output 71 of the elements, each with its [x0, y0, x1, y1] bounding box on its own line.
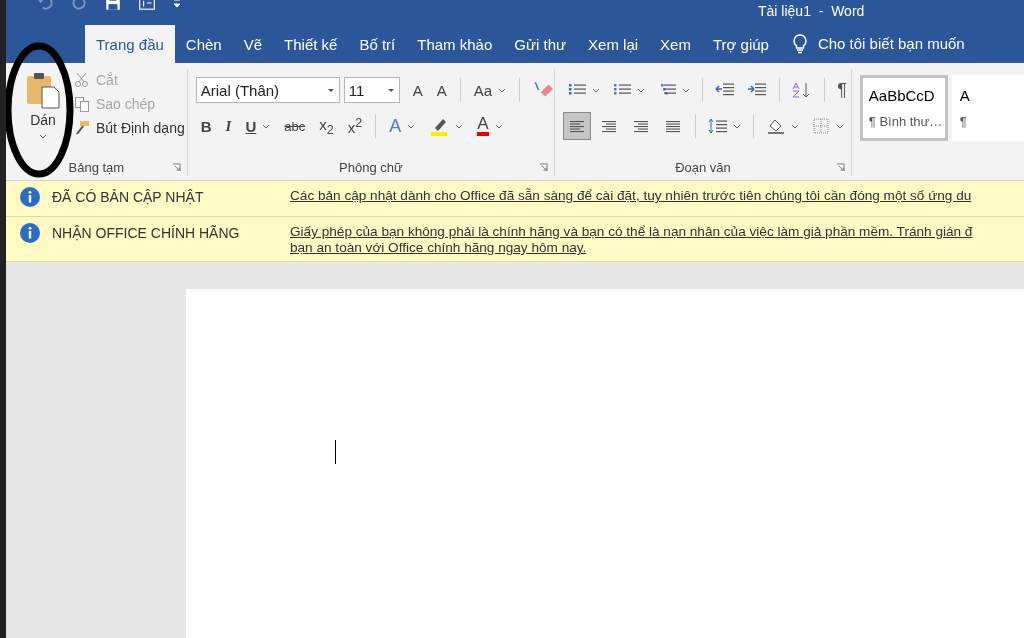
borders-icon: [811, 118, 832, 134]
ribbon-tab[interactable]: Vẽ: [232, 25, 274, 63]
italic-button[interactable]: I: [220, 115, 237, 137]
copy-icon: [74, 96, 90, 112]
message-title: ĐÃ CÓ BẢN CẬP NHẬT: [52, 189, 205, 205]
caret-icon: [498, 87, 507, 93]
highlighter-icon: [429, 116, 450, 136]
indent-icon: [747, 82, 768, 98]
ribbon-tab[interactable]: Gửi thư: [503, 25, 578, 63]
ribbon-tab[interactable]: Bố trí: [348, 25, 407, 63]
info-icon: [20, 187, 40, 207]
strike-button[interactable]: abc: [279, 116, 311, 136]
caret-icon: [39, 134, 47, 139]
message-link[interactable]: Các bản cập nhật dành cho Office đã sẵn sàng để cài đặt, tuy nhiên trước tiên chúng tôi cần đóng một số ứng du: [290, 188, 972, 203]
caret-icon: [836, 123, 845, 129]
font-size-step-button[interactable]: A: [407, 79, 428, 101]
caret-icon: [592, 87, 601, 93]
outdent-icon: [715, 82, 736, 98]
caret-icon: [455, 123, 464, 129]
text-cursor: [335, 440, 336, 464]
caret-icon: [682, 87, 691, 93]
caret-icon: [791, 123, 800, 129]
group-label: Phông chữ: [339, 159, 403, 175]
script-button[interactable]: x$_{2}$: [314, 113, 339, 139]
caret-icon: [494, 123, 503, 129]
scissors-icon: [74, 72, 90, 88]
ribbon-tab[interactable]: Trang đầu: [85, 25, 175, 63]
ribbon-tab[interactable]: Xem lại: [577, 25, 650, 63]
shading-icon: [766, 118, 787, 134]
window-title: Tài liệu1 - Word: [758, 3, 865, 19]
ribbon-tab[interactable]: Tham khảo: [406, 25, 504, 63]
font-size-dropdown[interactable]: 11: [343, 77, 400, 103]
dialog-launcher-icon[interactable]: [171, 162, 181, 172]
bullets-icon: [567, 82, 588, 98]
caret-icon: [262, 123, 271, 129]
caret-icon: [733, 123, 742, 129]
painter-button[interactable]: Bút Định dạng: [72, 119, 187, 137]
ribbon-tab[interactable]: Xem: [649, 25, 702, 63]
fontcolor-button[interactable]: A: [472, 114, 508, 138]
effect-button[interactable]: A: [384, 113, 421, 139]
lightbulb-icon: [791, 33, 808, 54]
spacing-icon: [708, 118, 729, 134]
group-label: Đoạn văn: [675, 159, 731, 175]
paintbrush-icon: [74, 120, 90, 136]
info-icon: [20, 223, 40, 243]
align-left-button[interactable]: [563, 112, 592, 140]
clipboard-icon: [25, 71, 61, 109]
change-case-button[interactable]: Aa: [468, 79, 512, 101]
underline-button[interactable]: U: [240, 115, 276, 137]
message-link[interactable]: Giấy phép của bạn không phải là chính hãng và bạn có thể là nạn nhân của việc làm giả phần mềm. Tránh gián đ: [290, 224, 973, 239]
script-button[interactable]: x$^{2}$: [342, 114, 368, 138]
dropdown-arrow-icon: [326, 87, 335, 93]
ribbon-tab[interactable]: Thiết kế: [273, 25, 349, 63]
font-size-step-button[interactable]: A: [431, 79, 452, 101]
caret-icon: [637, 87, 646, 93]
message-link[interactable]: bạn an toàn với Office chính hãng ngay hôm nay.: [290, 240, 973, 255]
bold-button[interactable]: B: [195, 115, 217, 137]
ribbon-tab[interactable]: Chèn: [174, 25, 233, 63]
dialog-launcher-icon[interactable]: [539, 162, 549, 172]
font-name-dropdown[interactable]: Arial (Thân): [195, 77, 340, 103]
numbering-icon: [612, 82, 633, 98]
style-gallery-item[interactable]: A ¶: [951, 75, 1024, 141]
dropdown-arrow-icon: [386, 87, 395, 93]
caret-icon: [407, 123, 416, 129]
tell-me-field[interactable]: Cho tôi biết bạn muốn: [791, 24, 965, 63]
group-label: Bảng tạm: [68, 159, 125, 175]
message-title: NHẬN OFFICE CHÍNH HÃNG: [52, 225, 241, 241]
dialog-launcher-icon[interactable]: [835, 162, 845, 172]
pilcrow-button[interactable]: ¶: [833, 76, 851, 104]
style-gallery-item[interactable]: AaBbCcD ¶ Bình thư…: [859, 75, 948, 141]
ribbon-tab[interactable]: Trợ giúp: [701, 25, 780, 63]
